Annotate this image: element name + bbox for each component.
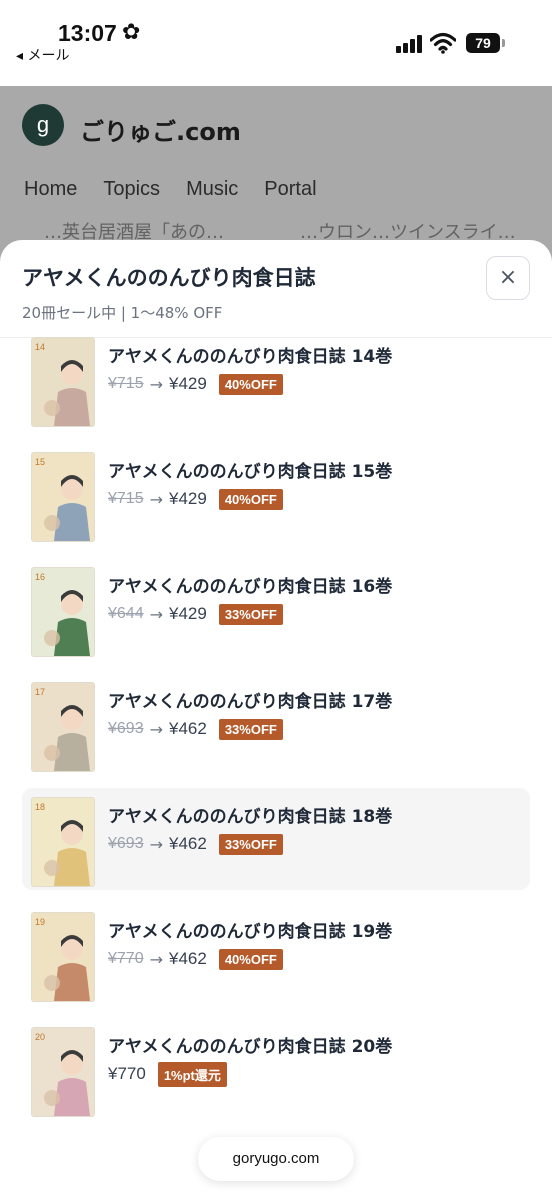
status-bar: 13:07 ✿ ◂ メール 79	[0, 0, 552, 86]
volume-number: 17	[35, 687, 46, 697]
item-title[interactable]: アヤメくんののんびり肉食日誌 16巻	[108, 572, 392, 597]
item-title[interactable]: アヤメくんののんびり肉食日誌 18巻	[108, 802, 392, 827]
list-item[interactable]: 14 アヤメくんののんびり肉食日誌 14巻 ¥715 → ¥429 40%OFF	[22, 328, 530, 430]
book-cover-image[interactable]: 18	[32, 798, 94, 886]
sale-price: ¥429	[169, 489, 207, 508]
original-price: ¥770	[108, 950, 144, 967]
original-price: ¥693	[108, 835, 144, 852]
sheet-title: アヤメくんののんびり肉食日誌	[22, 266, 316, 290]
list-item[interactable]: 16 アヤメくんののんびり肉食日誌 16巻 ¥644 → ¥429 33%OFF	[22, 558, 530, 660]
discount-badge: 40%OFF	[218, 373, 283, 395]
close-button[interactable]: ×	[486, 256, 530, 300]
sale-summary: 20冊セール中 | 1〜48% OFF	[22, 304, 223, 322]
nav-portal[interactable]: Portal	[264, 178, 316, 201]
arrow-icon: →	[149, 604, 163, 624]
sale-sheet: アヤメくんののんびり肉食日誌 20冊セール中 | 1〜48% OFF × 14 ア…	[0, 240, 552, 1200]
arrow-icon: →	[149, 834, 163, 854]
original-price: ¥715	[108, 375, 144, 392]
book-cover-image[interactable]: 14	[32, 338, 94, 426]
cellular-signal-icon	[396, 35, 424, 53]
discount-badge: 33%OFF	[218, 603, 283, 625]
book-cover-image[interactable]: 17	[32, 683, 94, 771]
nav-music[interactable]: Music	[186, 178, 238, 201]
item-title[interactable]: アヤメくんののんびり肉食日誌 14巻	[108, 342, 392, 367]
list-item[interactable]: 20 アヤメくんののんびり肉食日誌 20巻 ¥770 1%pt還元	[22, 1018, 530, 1120]
arrow-icon: →	[149, 719, 163, 739]
list-item[interactable]: 17 アヤメくんののんびり肉食日誌 17巻 ¥693 → ¥462 33%OFF	[22, 673, 530, 775]
volume-number: 15	[35, 457, 46, 467]
background-site: g ごりゅご.com Home Topics Music Portal …英台居…	[0, 86, 552, 266]
back-to-mail-link[interactable]: ◂ メール	[16, 45, 69, 65]
price-line: ¥770 1%pt還元	[108, 1061, 227, 1087]
list-item[interactable]: 18 アヤメくんののんびり肉食日誌 18巻 ¥693 → ¥462 33%OFF	[22, 788, 530, 890]
volume-number: 14	[35, 342, 46, 352]
price-line: ¥715 → ¥429 40%OFF	[108, 487, 283, 511]
price-line: ¥693 → ¥462 33%OFF	[108, 717, 283, 741]
nav-topics[interactable]: Topics	[103, 178, 160, 201]
battery-tip	[502, 39, 505, 47]
discount-badge: 33%OFF	[218, 833, 283, 855]
item-title[interactable]: アヤメくんののんびり肉食日誌 15巻	[108, 457, 392, 482]
volume-number: 18	[35, 802, 46, 812]
price-line: ¥770 → ¥462 40%OFF	[108, 947, 283, 971]
sale-price: ¥429	[169, 374, 207, 393]
original-price: ¥693	[108, 720, 144, 737]
list-item[interactable]: 19 アヤメくんののんびり肉食日誌 19巻 ¥770 → ¥462 40%OFF	[22, 903, 530, 1005]
sale-price: ¥462	[169, 834, 207, 853]
discount-badge: 1%pt還元	[157, 1061, 227, 1087]
sale-price: ¥429	[169, 604, 207, 623]
item-title[interactable]: アヤメくんののんびり肉食日誌 20巻	[108, 1032, 392, 1057]
site-logo: g	[22, 104, 64, 146]
arrow-icon: →	[149, 374, 163, 394]
site-nav: Home Topics Music Portal	[24, 178, 343, 201]
volume-number: 20	[35, 1032, 46, 1042]
volume-number: 16	[35, 572, 46, 582]
close-icon: ×	[498, 265, 518, 290]
book-cover-image[interactable]: 20	[32, 1028, 94, 1116]
discount-badge: 40%OFF	[218, 488, 283, 510]
original-price: ¥644	[108, 605, 144, 622]
sale-price: ¥462	[169, 949, 207, 968]
clock: 13:07	[58, 20, 117, 46]
book-cover-image[interactable]: 15	[32, 453, 94, 541]
arrow-icon: →	[149, 489, 163, 509]
battery-icon: 79	[466, 33, 500, 53]
site-domain-pill[interactable]: goryugo.com	[198, 1137, 354, 1181]
sheet-header: アヤメくんののんびり肉食日誌 20冊セール中 | 1〜48% OFF ×	[0, 240, 552, 338]
book-cover-image[interactable]: 19	[32, 913, 94, 1001]
discount-badge: 33%OFF	[218, 718, 283, 740]
item-title[interactable]: アヤメくんののんびり肉食日誌 17巻	[108, 687, 392, 712]
sale-price: ¥462	[169, 719, 207, 738]
price-line: ¥715 → ¥429 40%OFF	[108, 372, 283, 396]
list-item[interactable]: 15 アヤメくんののんびり肉食日誌 15巻 ¥715 → ¥429 40%OFF	[22, 443, 530, 545]
discount-badge: 40%OFF	[218, 948, 283, 970]
item-title[interactable]: アヤメくんののんびり肉食日誌 19巻	[108, 917, 392, 942]
nav-home[interactable]: Home	[24, 178, 77, 201]
site-name: ごりゅご.com	[80, 118, 241, 146]
wifi-icon	[430, 32, 456, 54]
arrow-icon: →	[149, 949, 163, 969]
gear-icon: ✿	[122, 20, 141, 45]
book-cover-image[interactable]: 16	[32, 568, 94, 656]
sale-price: ¥770	[108, 1064, 146, 1083]
volume-number: 19	[35, 917, 46, 927]
price-line: ¥693 → ¥462 33%OFF	[108, 832, 283, 856]
price-line: ¥644 → ¥429 33%OFF	[108, 602, 283, 626]
original-price: ¥715	[108, 490, 144, 507]
